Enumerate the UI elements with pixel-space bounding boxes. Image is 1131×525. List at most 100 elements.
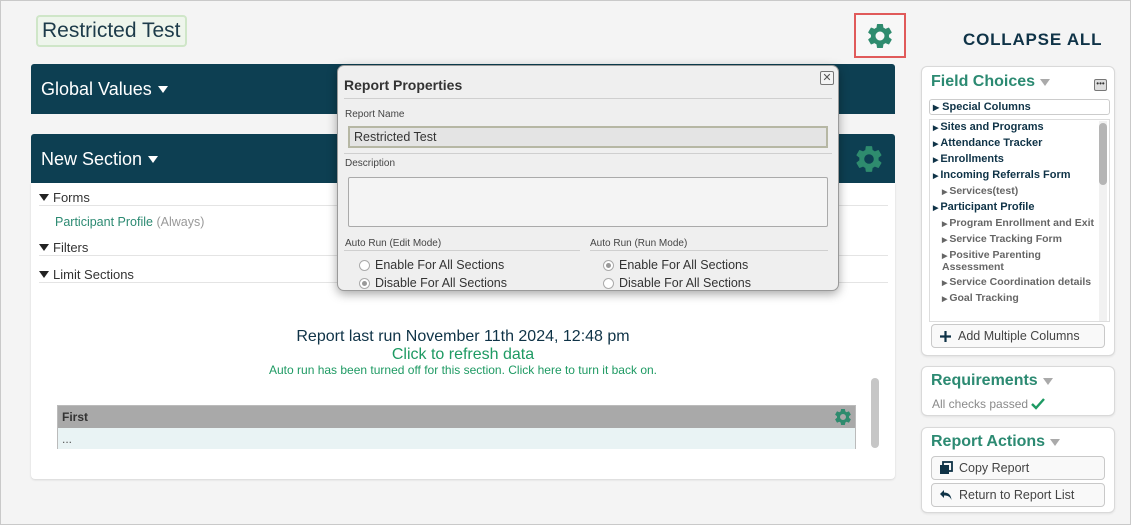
run-enable-radio[interactable]: Enable For All Sections (603, 258, 748, 272)
radio-button-selected[interactable] (359, 277, 370, 289)
field-choice-label: Program Enrollment and Exit (949, 217, 1095, 229)
requirements-title[interactable]: Requirements (931, 372, 1053, 390)
radio-button-selected[interactable] (603, 259, 614, 271)
requirements-status-text: All checks passed (932, 397, 1029, 411)
auto-run-edit-label: Auto Run (Edit Mode) (345, 238, 442, 249)
field-choice-item[interactable]: ▶ Goal Tracking (930, 291, 1109, 307)
global-values-title: Global Values (41, 78, 152, 99)
field-choice-label: Attendance Tracker (940, 137, 1043, 149)
close-icon[interactable]: ✕ (820, 71, 834, 85)
checkmark-icon (1031, 398, 1045, 410)
copy-report-button[interactable]: Copy Report (931, 456, 1105, 480)
field-choices-menu-button[interactable]: ••• (1094, 79, 1107, 91)
add-multiple-columns-button[interactable]: Add Multiple Columns (931, 324, 1105, 348)
scroll-thumb[interactable] (1099, 123, 1107, 185)
always-tag: (Always) (156, 215, 205, 229)
caret-down-icon (157, 85, 168, 93)
field-choice-label: Goal Tracking (949, 292, 1019, 304)
dialog-title: Report Properties (344, 77, 463, 93)
requirements-panel: Requirements All checks passed (921, 366, 1115, 416)
filters-toggle[interactable]: Filters (39, 240, 88, 255)
add-multiple-label: Add Multiple Columns (958, 329, 1080, 343)
triangle-down-icon (39, 244, 49, 251)
copy-icon (939, 461, 953, 475)
auto-run-run-label: Auto Run (Run Mode) (590, 238, 688, 249)
description-label: Description (345, 158, 396, 169)
triangle-right-icon: ▶ (933, 102, 940, 112)
report-actions-label: Report Actions (931, 433, 1046, 450)
run-disable-radio[interactable]: Disable For All Sections (603, 276, 751, 290)
refresh-link[interactable]: Click to refresh data (31, 346, 895, 364)
plus-icon (939, 330, 952, 343)
table-row: ... (58, 428, 855, 449)
report-title[interactable]: Restricted Test (38, 17, 185, 45)
auto-run-off-link[interactable]: Auto run has been turned off for this se… (31, 363, 895, 377)
return-arrow-icon (939, 488, 953, 502)
field-choice-item[interactable]: ▶ Enrollments (930, 152, 1109, 168)
caret-down-icon (1042, 377, 1053, 385)
divider (344, 250, 580, 251)
last-run-text: Report last run November 11th 2024, 12:4… (296, 328, 630, 345)
field-choice-item[interactable]: ▶ Program Enrollment and Exit (930, 216, 1109, 232)
divider (344, 98, 832, 99)
run-enable-label: Enable For All Sections (619, 258, 749, 272)
report-name-input[interactable]: Restricted Test (348, 126, 828, 148)
field-choice-item[interactable]: ▶ Attendance Tracker (930, 136, 1109, 152)
field-choice-item[interactable]: ▶ Positive Parenting Assessment (930, 248, 1109, 275)
section-gear-icon[interactable] (853, 143, 885, 175)
report-properties-dialog: Report Properties ✕ Report Name Restrict… (337, 65, 839, 291)
field-choice-item[interactable]: ▶ Service Tracking Form (930, 232, 1109, 248)
forms-label: Forms (53, 190, 90, 205)
report-actions-title[interactable]: Report Actions (931, 433, 1061, 451)
section-title: New Section (41, 148, 143, 169)
field-choices-scrollbar[interactable] (1099, 121, 1107, 321)
forms-toggle[interactable]: Forms (39, 190, 90, 205)
participant-profile-form[interactable]: Participant Profile (Always) (55, 215, 204, 229)
caret-down-icon (1050, 438, 1061, 446)
report-name-label: Report Name (345, 109, 405, 120)
field-choice-label: Positive Parenting Assessment (942, 249, 1041, 273)
column-header-first[interactable]: First (62, 410, 88, 424)
limit-sections-toggle[interactable]: Limit Sections (39, 267, 134, 282)
requirements-label: Requirements (931, 372, 1038, 389)
field-choice-label: Service Coordination details (949, 276, 1092, 288)
participant-profile-link[interactable]: Participant Profile (55, 215, 153, 229)
edit-enable-label: Enable For All Sections (375, 258, 505, 272)
requirements-status: All checks passed (932, 397, 1045, 411)
limit-sections-label: Limit Sections (53, 267, 134, 282)
field-choices-title[interactable]: Field Choices (931, 73, 1051, 91)
field-choice-item[interactable]: ▶ Participant Profile (930, 200, 1109, 216)
radio-button[interactable] (359, 259, 370, 271)
edit-disable-radio[interactable]: Disable For All Sections (359, 276, 507, 290)
grid-header: First (58, 406, 855, 428)
divider (590, 250, 828, 251)
description-textarea[interactable] (348, 177, 828, 227)
field-choices-panel: Field Choices ••• ▶ Special Columns ▶ Si… (921, 66, 1115, 356)
field-choices-label: Field Choices (931, 73, 1036, 90)
report-settings-button[interactable] (854, 13, 906, 58)
return-to-list-button[interactable]: Return to Report List (931, 483, 1105, 507)
field-choice-item[interactable]: ▶ Service Coordination details (930, 275, 1109, 291)
field-choice-item[interactable]: ▶ Sites and Programs (930, 120, 1109, 136)
field-choice-label: Sites and Programs (940, 121, 1044, 133)
run-disable-label: Disable For All Sections (619, 276, 752, 290)
radio-button[interactable] (603, 277, 614, 289)
divider (344, 153, 832, 154)
field-choice-label: Incoming Referrals Form (940, 169, 1071, 181)
field-choice-item[interactable]: ▶ Incoming Referrals Form (930, 168, 1109, 184)
edit-enable-radio[interactable]: Enable For All Sections (359, 258, 504, 272)
caret-down-icon (148, 155, 159, 163)
caret-down-icon (1040, 78, 1051, 86)
field-choice-item[interactable]: ▶ Services(test) (930, 184, 1109, 200)
special-columns-label: Special Columns (942, 101, 1031, 113)
field-choices-list: ▶ Sites and Programs ▶ Attendance Tracker… (929, 119, 1110, 322)
return-to-list-label: Return to Report List (959, 488, 1075, 502)
field-choice-label: Enrollments (940, 153, 1004, 165)
gear-icon (868, 23, 892, 48)
column-gear-icon[interactable] (833, 407, 853, 427)
triangle-down-icon (39, 271, 49, 278)
special-columns-item[interactable]: ▶ Special Columns (929, 99, 1110, 115)
section-scrollbar[interactable] (871, 378, 879, 448)
collapse-all-button[interactable]: COLLAPSE ALL (963, 30, 1102, 50)
copy-report-label: Copy Report (959, 461, 1030, 475)
